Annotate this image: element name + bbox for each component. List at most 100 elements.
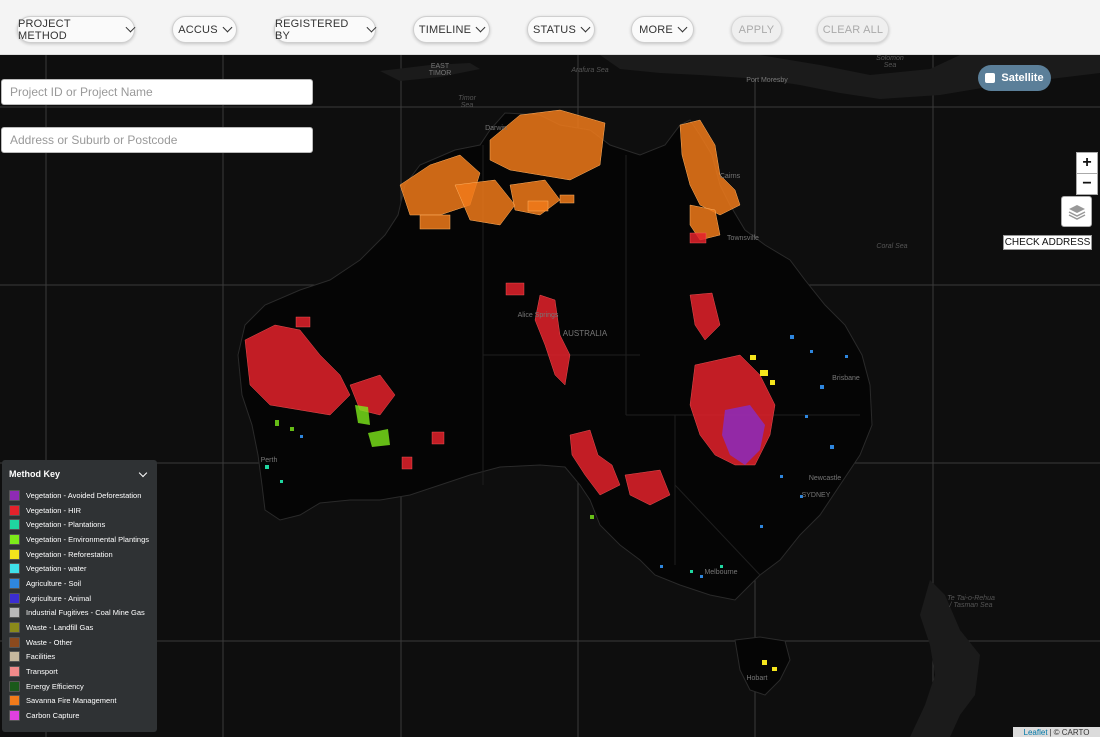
zoom-in-icon: + [1082, 154, 1092, 171]
legend-swatch [9, 636, 20, 648]
legend-swatch [9, 710, 20, 722]
tasmania-landmass [734, 636, 791, 696]
chevron-down-icon [125, 22, 136, 33]
filter-label: CLEAR ALL [822, 23, 884, 36]
legend-header[interactable]: Method Key [9, 468, 150, 479]
chevron-down-icon [580, 22, 591, 33]
filter-label: TIMELINE [418, 23, 472, 36]
legend-item: Industrial Fugitives - Coal Mine Gas [9, 606, 150, 621]
map-label: Coral Sea [876, 243, 908, 250]
legend-label: Agriculture - Animal [26, 593, 92, 603]
legend-swatch [9, 533, 20, 545]
chevron-down-icon [475, 22, 486, 33]
legend-item: Vegetation - Avoided Deforestation [9, 488, 150, 503]
legend-label: Transport [26, 667, 58, 677]
project-search-input[interactable] [1, 79, 313, 105]
legend-item: Vegetation - Environmental Plantings [9, 532, 150, 547]
carto-credit: © CARTO [1053, 727, 1090, 737]
map-label: Arafura Sea [571, 67, 609, 74]
legend-swatch [9, 548, 20, 560]
legend-item: Agriculture - Soil [9, 576, 150, 591]
legend-swatch [9, 519, 20, 531]
legend-label: Facilities [26, 652, 56, 662]
legend-label: Carbon Capture [26, 711, 80, 721]
legend-label: Vegetation - water [26, 564, 87, 574]
check-address-button[interactable]: CHECK ADDRESS [1003, 235, 1092, 250]
zoom-in-button[interactable]: + [1076, 152, 1098, 174]
map-label: Darwin [485, 125, 507, 132]
legend-title: Method Key [9, 469, 61, 479]
legend-item: Vegetation - water [9, 561, 150, 576]
registered-by-filter-button[interactable]: REGISTERED BY [274, 16, 377, 43]
legend-label: Savanna Fire Management [26, 696, 117, 706]
legend-swatch [9, 622, 20, 634]
chevron-down-icon[interactable] [138, 468, 148, 477]
legend-swatch [9, 504, 20, 516]
legend-item: Transport [9, 664, 150, 679]
timeline-filter-button[interactable]: TIMELINE [413, 16, 490, 43]
legend-label: Agriculture - Soil [26, 578, 82, 588]
legend-swatch [9, 695, 20, 707]
map-label: Timor Sea [458, 95, 476, 109]
map-label: Melbourne [704, 569, 738, 576]
map-label: Cairns [719, 173, 741, 180]
zoom-out-button[interactable]: − [1076, 173, 1098, 195]
clear-all-button[interactable]: CLEAR ALL [817, 16, 889, 43]
legend-swatch [9, 607, 20, 619]
map-label: Te Tai-o-Rehua / Tasman Sea [947, 595, 995, 609]
map-label: EAST TIMOR [428, 63, 452, 77]
filter-label: APPLY [738, 23, 775, 36]
layers-icon [1068, 204, 1085, 220]
layers-button[interactable] [1061, 196, 1092, 227]
legend-label: Vegetation - Reforestation [26, 549, 113, 559]
legend-item: Facilities [9, 650, 150, 665]
legend-item: Vegetation - Plantations [9, 517, 150, 532]
more-filter-button[interactable]: MORE [631, 16, 694, 43]
project-method-filter-button[interactable]: PROJECT METHOD [17, 16, 136, 43]
legend-swatch [9, 577, 20, 589]
legend-swatch [9, 592, 20, 604]
map-label: Port Moresby [746, 77, 788, 84]
map-label: Perth [260, 457, 278, 464]
map-canvas[interactable]: EAST TIMOR Arafura Sea Port Moresby Solo… [0, 55, 1100, 737]
legend-item: Agriculture - Animal [9, 591, 150, 606]
map-label: Solomon Sea [876, 55, 904, 69]
leaflet-link[interactable]: Leaflet [1024, 728, 1048, 737]
legend-label: Vegetation - HIR [26, 505, 82, 515]
apply-button[interactable]: APPLY [731, 16, 782, 43]
chevron-down-icon [677, 22, 688, 33]
checkbox-icon [985, 73, 996, 83]
legend-swatch [9, 651, 20, 663]
legend-label: Energy Efficiency [26, 681, 84, 691]
chevron-down-icon [366, 22, 377, 33]
map-label: Brisbane [832, 375, 860, 382]
satellite-toggle[interactable]: Satellite [978, 65, 1051, 91]
legend-item: Waste - Landfill Gas [9, 620, 150, 635]
legend-item: Vegetation - Reforestation [9, 547, 150, 562]
filter-label: STATUS [533, 23, 576, 36]
status-filter-button[interactable]: STATUS [527, 16, 595, 43]
attribution-separator: | [1049, 727, 1052, 737]
filter-label: MORE [639, 23, 673, 36]
legend-label: Waste - Other [26, 637, 73, 647]
legend-swatch [9, 680, 20, 692]
legend-item: Vegetation - HIR [9, 503, 150, 518]
legend-item: Energy Efficiency [9, 679, 150, 694]
legend-label: Vegetation - Avoided Deforestation [26, 490, 142, 500]
legend-label: Vegetation - Plantations [26, 520, 106, 530]
legend-item: Carbon Capture [9, 708, 150, 723]
address-search-input[interactable] [1, 127, 313, 153]
legend-item: Waste - Other [9, 635, 150, 650]
legend-label: Industrial Fugitives - Coal Mine Gas [26, 608, 145, 618]
map-label: Newcastle [808, 475, 842, 482]
legend-swatch [9, 489, 20, 501]
map-attribution: Leaflet | © CARTO [1013, 727, 1100, 737]
method-key-legend: Method Key Vegetation - Avoided Deforest… [2, 460, 157, 732]
legend-swatch [9, 563, 20, 575]
map-label: SYDNEY [801, 492, 831, 499]
accus-filter-button[interactable]: ACCUS [172, 16, 237, 43]
legend-label: Waste - Landfill Gas [26, 623, 94, 633]
legend-item: Savanna Fire Management [9, 694, 150, 709]
filter-label: REGISTERED BY [275, 17, 349, 42]
map-label: AUSTRALIA [562, 329, 608, 338]
